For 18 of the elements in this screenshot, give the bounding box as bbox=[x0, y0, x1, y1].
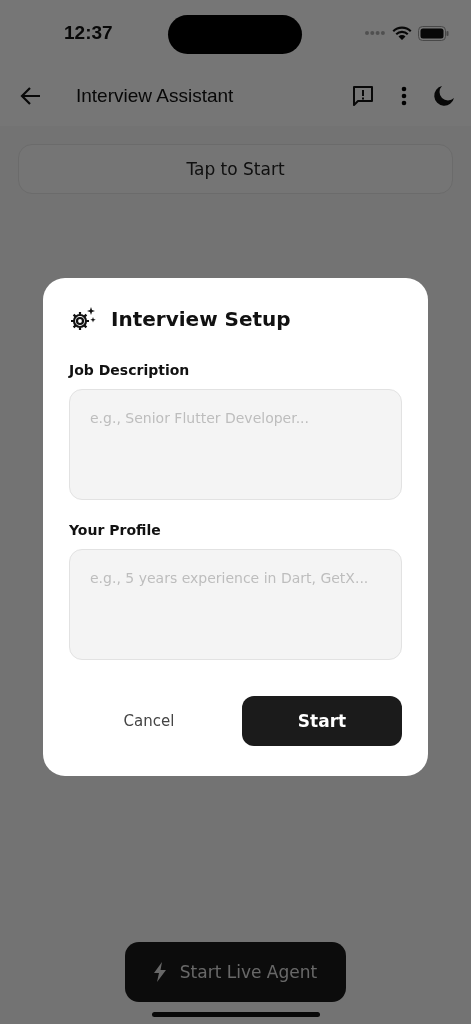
signal-icon bbox=[364, 30, 386, 36]
more-icon[interactable] bbox=[401, 86, 407, 106]
dialog-title: Interview Setup bbox=[111, 307, 291, 331]
cancel-button[interactable]: Cancel bbox=[69, 711, 229, 731]
lightning-icon bbox=[153, 962, 166, 982]
back-arrow-icon[interactable] bbox=[20, 86, 42, 106]
tap-to-start-button[interactable]: Tap to Start bbox=[18, 144, 453, 194]
moon-icon[interactable] bbox=[433, 85, 455, 107]
status-time: 12:37 bbox=[64, 22, 113, 44]
wifi-icon bbox=[392, 25, 412, 41]
feedback-icon[interactable] bbox=[351, 84, 375, 108]
gear-sparkle-icon bbox=[69, 306, 97, 332]
start-live-agent-button[interactable]: Start Live Agent bbox=[125, 942, 346, 1002]
app-title: Interview Assistant bbox=[76, 85, 234, 107]
field-label: Job Description bbox=[69, 362, 191, 378]
start-button[interactable]: Start bbox=[242, 696, 402, 746]
battery-icon bbox=[418, 25, 449, 41]
field-label: Your Profile bbox=[69, 522, 162, 538]
